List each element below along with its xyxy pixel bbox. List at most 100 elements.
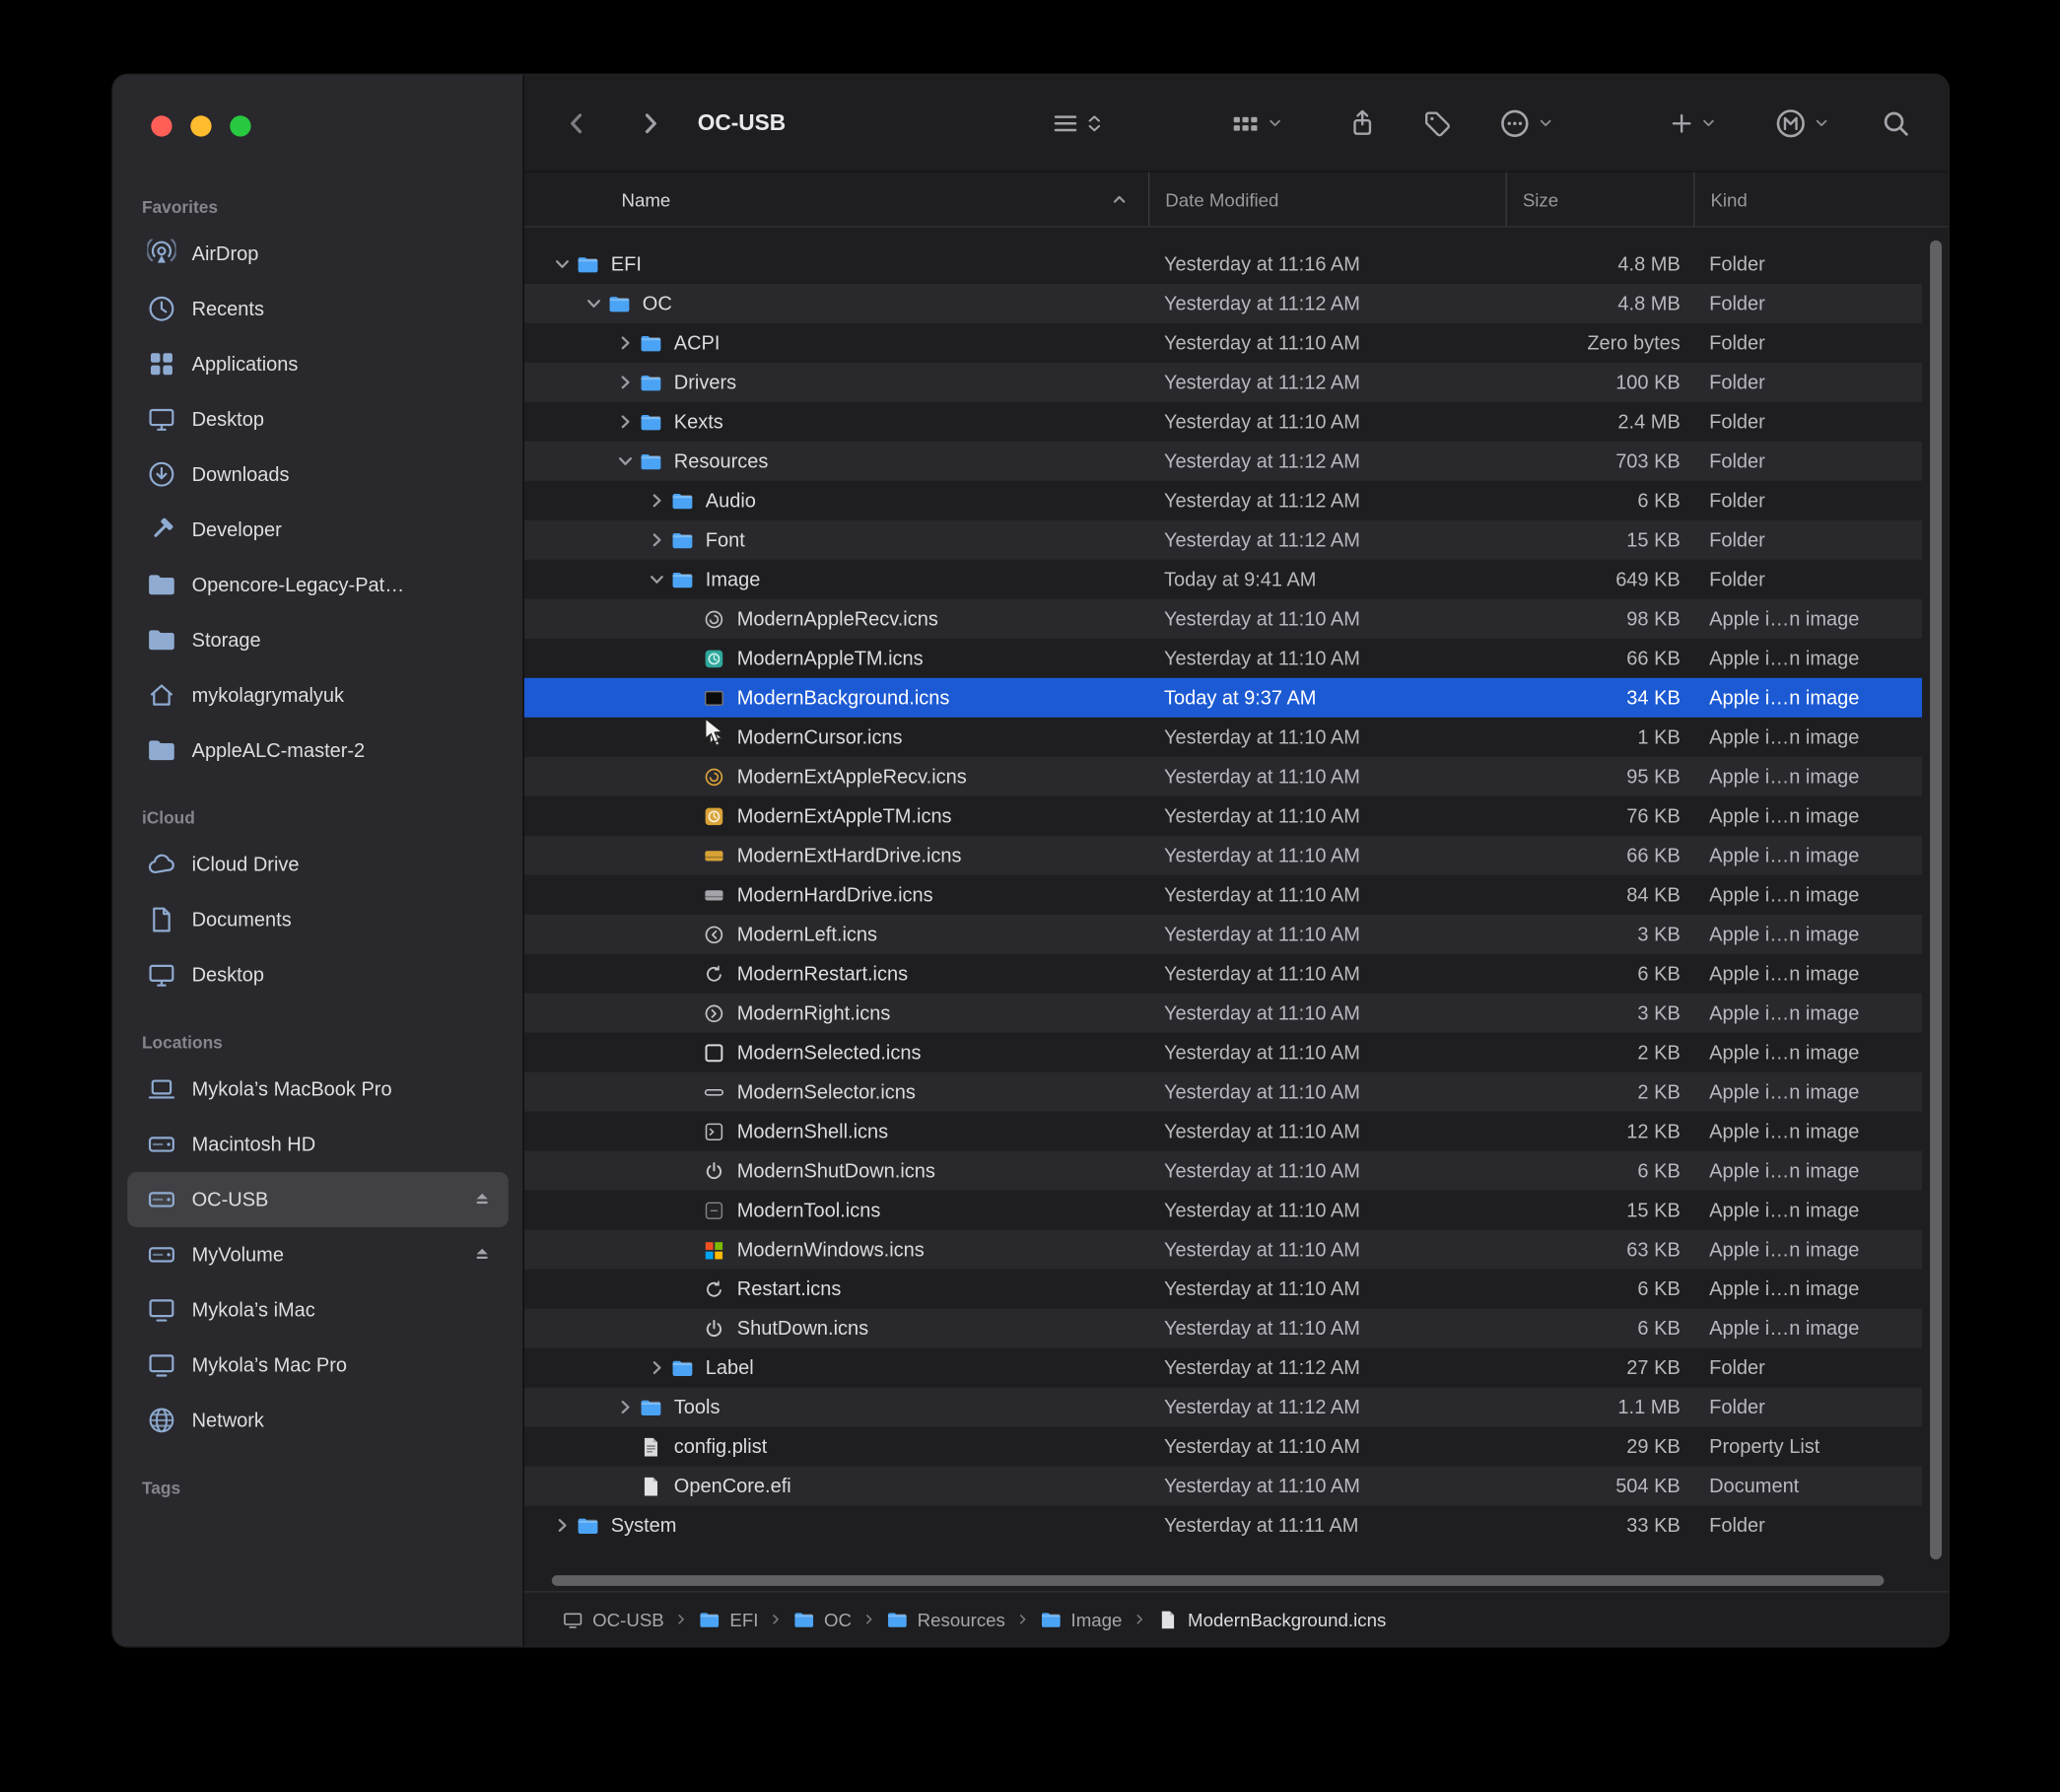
vertical-scrollbar-thumb[interactable] [1930, 241, 1942, 1559]
disclosure-triangle[interactable] [643, 1358, 671, 1377]
path-item-image[interactable]: Image [1041, 1609, 1123, 1629]
close-button[interactable] [151, 115, 172, 136]
minimize-button[interactable] [190, 115, 211, 136]
horizontal-scrollbar[interactable] [524, 1570, 1949, 1591]
sidebar-section-tags: Tags [113, 1469, 523, 1507]
column-header-date-modified[interactable]: Date Modified [1148, 172, 1506, 227]
file-row-drivers[interactable]: DriversYesterday at 11:12 AM100 KBFolder [524, 363, 1922, 402]
file-row-modernshutdown-icns[interactable]: ModernShutDown.icnsYesterday at 11:10 AM… [524, 1151, 1922, 1191]
disclosure-triangle[interactable] [611, 452, 640, 471]
sidebar-item-icloud-drive[interactable]: iCloud Drive [127, 837, 509, 892]
disclosure-triangle[interactable] [643, 570, 671, 588]
sidebar-item-oc-usb[interactable]: OC-USB [127, 1172, 509, 1227]
file-row-font[interactable]: FontYesterday at 11:12 AM15 KBFolder [524, 520, 1922, 560]
disclosure-triangle[interactable] [643, 492, 671, 511]
path-item-resources[interactable]: Resources [887, 1609, 1005, 1629]
view-switcher-button[interactable] [1053, 109, 1104, 136]
zoom-button[interactable] [230, 115, 250, 136]
column-header-size[interactable]: Size [1506, 172, 1694, 227]
file-row-shutdown-icns[interactable]: ShutDown.icnsYesterday at 11:10 AM6 KBAp… [524, 1309, 1922, 1348]
file-row-modernapplerecv-icns[interactable]: ModernAppleRecv.icnsYesterday at 11:10 A… [524, 599, 1922, 639]
sidebar-item-mykolagrymalyuk[interactable]: mykolagrymalyuk [127, 667, 509, 723]
sidebar-item-downloads[interactable]: Downloads [127, 447, 509, 502]
file-row-acpi[interactable]: ACPIYesterday at 11:10 AMZero bytesFolde… [524, 323, 1922, 363]
search-button[interactable] [1882, 108, 1910, 137]
file-row-image[interactable]: ImageToday at 9:41 AM649 KBFolder [524, 560, 1922, 599]
file-row-config-plist[interactable]: config.plistYesterday at 11:10 AM29 KBPr… [524, 1427, 1922, 1467]
group-button[interactable] [1231, 108, 1283, 137]
disclosure-triangle[interactable] [580, 295, 608, 313]
eject-icon[interactable] [472, 1244, 493, 1265]
file-row-modernextappletm-icns[interactable]: ModernExtAppleTM.icnsYesterday at 11:10 … [524, 796, 1922, 836]
file-row-modernharddrive-icns[interactable]: ModernHardDrive.icnsYesterday at 11:10 A… [524, 875, 1922, 915]
back-button[interactable] [564, 109, 590, 136]
path-item-oc-usb[interactable]: OC-USB [562, 1609, 663, 1629]
more-actions-button[interactable] [1499, 107, 1554, 139]
sidebar-item-mykola-s-mac-pro[interactable]: Mykola’s Mac Pro [127, 1338, 509, 1393]
file-row-modernappletm-icns[interactable]: ModernAppleTM.icnsYesterday at 11:10 AM6… [524, 639, 1922, 678]
horizontal-scrollbar-thumb[interactable] [552, 1575, 1885, 1586]
file-size: Zero bytes [1506, 332, 1694, 355]
path-item-modernbackground-icns[interactable]: ModernBackground.icns [1157, 1609, 1386, 1629]
file-row-audio[interactable]: AudioYesterday at 11:12 AM6 KBFolder [524, 481, 1922, 520]
column-header-name[interactable]: Name [524, 172, 1148, 227]
file-row-modernright-icns[interactable]: ModernRight.icnsYesterday at 11:10 AM3 K… [524, 994, 1922, 1033]
file-row-restart-icns[interactable]: Restart.icnsYesterday at 11:10 AM6 KBApp… [524, 1270, 1922, 1309]
disclosure-spacer [674, 1319, 703, 1338]
sidebar-item-desktop[interactable]: Desktop [127, 391, 509, 447]
sidebar-item-network[interactable]: Network [127, 1393, 509, 1448]
sidebar-item-myvolume[interactable]: MyVolume [127, 1227, 509, 1282]
disclosure-triangle[interactable] [611, 413, 640, 432]
file-row-modernselector-icns[interactable]: ModernSelector.icnsYesterday at 11:10 AM… [524, 1072, 1922, 1112]
file-row-modernextapplerecv-icns[interactable]: ModernExtAppleRecv.icnsYesterday at 11:1… [524, 757, 1922, 796]
disclosure-triangle[interactable] [611, 334, 640, 353]
group-view-icon [1231, 108, 1260, 137]
file-row-moderntool-icns[interactable]: ModernTool.icnsYesterday at 11:10 AM15 K… [524, 1191, 1922, 1230]
new-item-button[interactable] [1670, 111, 1717, 135]
file-row-tools[interactable]: ToolsYesterday at 11:12 AM1.1 MBFolder [524, 1388, 1922, 1427]
file-row-oc[interactable]: OCYesterday at 11:12 AM4.8 MBFolder [524, 284, 1922, 323]
sidebar-item-recents[interactable]: Recents [127, 281, 509, 336]
file-row-kexts[interactable]: KextsYesterday at 11:10 AM2.4 MBFolder [524, 402, 1922, 442]
disclosure-triangle[interactable] [548, 1516, 577, 1535]
sidebar-item-desktop[interactable]: Desktop [127, 947, 509, 1002]
file-row-modernwindows-icns[interactable]: ModernWindows.icnsYesterday at 11:10 AM6… [524, 1230, 1922, 1270]
chevron-right-icon [637, 109, 663, 136]
sidebar-item-applications[interactable]: Applications [127, 336, 509, 391]
path-item-efi[interactable]: EFI [700, 1609, 759, 1629]
disclosure-triangle[interactable] [611, 374, 640, 392]
file-row-modernselected-icns[interactable]: ModernSelected.icnsYesterday at 11:10 AM… [524, 1033, 1922, 1072]
sidebar-item-documents[interactable]: Documents [127, 892, 509, 947]
sidebar-item-opencore-legacy-pat[interactable]: Opencore-Legacy-Pat… [127, 557, 509, 612]
sidebar-item-mykola-s-macbook-pro[interactable]: Mykola’s MacBook Pro [127, 1062, 509, 1117]
account-menu-button[interactable] [1775, 107, 1830, 139]
tags-button[interactable] [1423, 108, 1452, 137]
disclosure-spacer [674, 1201, 703, 1219]
disclosure-triangle[interactable] [643, 530, 671, 549]
sidebar-item-airdrop[interactable]: AirDrop [127, 226, 509, 281]
sidebar-item-applealc-master-2[interactable]: AppleALC-master-2 [127, 723, 509, 778]
sidebar-item-storage[interactable]: Storage [127, 612, 509, 667]
path-item-oc[interactable]: OC [793, 1609, 852, 1629]
column-header-kind[interactable]: Kind [1693, 172, 1949, 227]
file-row-label[interactable]: LabelYesterday at 11:12 AM27 KBFolder [524, 1348, 1922, 1388]
file-row-resources[interactable]: ResourcesYesterday at 11:12 AM703 KBFold… [524, 442, 1922, 481]
disclosure-triangle[interactable] [548, 255, 577, 274]
file-row-modernshell-icns[interactable]: ModernShell.icnsYesterday at 11:10 AM12 … [524, 1112, 1922, 1151]
file-row-modernrestart-icns[interactable]: ModernRestart.icnsYesterday at 11:10 AM6… [524, 954, 1922, 994]
sidebar-item-developer[interactable]: Developer [127, 502, 509, 557]
sidebar-item-mykola-s-imac[interactable]: Mykola’s iMac [127, 1282, 509, 1338]
disclosure-triangle[interactable] [611, 1398, 640, 1416]
file-row-modernbackground-icns[interactable]: ModernBackground.icnsToday at 9:37 AM34 … [524, 678, 1922, 718]
file-row-opencore-efi[interactable]: OpenCore.efiYesterday at 11:10 AM504 KBD… [524, 1467, 1922, 1506]
forward-button[interactable] [637, 109, 663, 136]
file-row-moderncursor-icns[interactable]: ModernCursor.icnsYesterday at 11:10 AM1 … [524, 718, 1922, 757]
file-row-modernextharddrive-icns[interactable]: ModernExtHardDrive.icnsYesterday at 11:1… [524, 836, 1922, 875]
sidebar-item-macintosh-hd[interactable]: Macintosh HD [127, 1117, 509, 1172]
share-button[interactable] [1348, 108, 1377, 137]
path-item-label: EFI [729, 1609, 758, 1629]
file-row-system[interactable]: SystemYesterday at 11:11 AM33 KBFolder [524, 1506, 1922, 1546]
eject-icon[interactable] [472, 1189, 493, 1209]
file-row-modernleft-icns[interactable]: ModernLeft.icnsYesterday at 11:10 AM3 KB… [524, 915, 1922, 954]
file-row-efi[interactable]: EFIYesterday at 11:16 AM4.8 MBFolder [524, 244, 1922, 284]
